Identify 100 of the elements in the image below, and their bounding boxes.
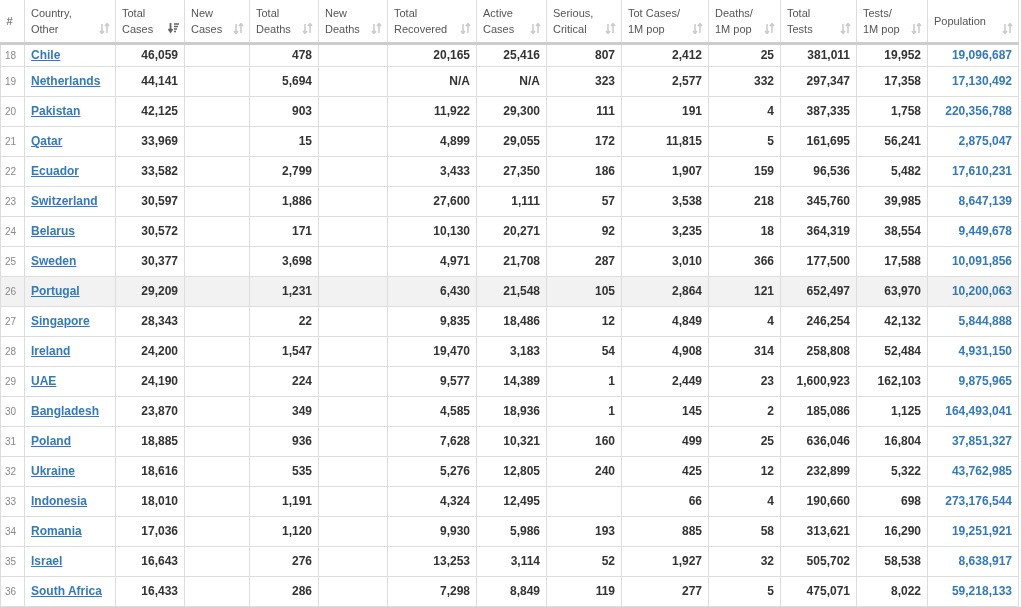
table-cell: 185,086: [780, 396, 857, 426]
table-cell: 4,585: [387, 396, 477, 426]
column-header[interactable]: Serious, Critical: [546, 0, 622, 43]
country-link[interactable]: Sweden: [31, 254, 77, 268]
sort-icon[interactable]: [233, 22, 244, 34]
country-link[interactable]: Netherlands: [31, 74, 101, 88]
table-row[interactable]: 33 Indonesia 18,010 1,191 4,324 12,495 66 4 190,660 698 273,176,544: [0, 486, 1019, 516]
country-link[interactable]: Ukraine: [31, 464, 76, 478]
table-row[interactable]: 30 Bangladesh 23,870 349 4,585 18,936 1 145 2 185,086 1,125 164,493,041: [0, 396, 1019, 426]
table-row[interactable]: 20 Pakistan 42,125 903 11,922 29,300 111 191 4 387,335 1,758 220,356,788: [0, 96, 1019, 126]
table-cell: 29,209: [115, 276, 185, 306]
column-header[interactable]: Population: [927, 0, 1019, 43]
column-header[interactable]: New Deaths: [318, 0, 388, 43]
sort-icon[interactable]: [692, 22, 703, 34]
rank-cell: 36: [0, 576, 25, 606]
column-header[interactable]: Total Recovered: [387, 0, 477, 43]
country-link[interactable]: Ireland: [31, 344, 71, 358]
table-row[interactable]: 23 Switzerland 30,597 1,886 27,600 1,111 57 3,538 218 345,760 39,985 8,647,139: [0, 186, 1019, 216]
table-row[interactable]: 36 South Africa 16,433 286 7,298 8,849 119 277 5 475,071 8,022 59,218,133: [0, 576, 1019, 606]
sort-icon[interactable]: [605, 22, 616, 34]
sort-icon[interactable]: [302, 22, 313, 34]
table-cell: 16,643: [115, 546, 185, 576]
column-header[interactable]: Deaths/ 1M pop: [708, 0, 781, 43]
table-row[interactable]: 24 Belarus 30,572 171 10,130 20,271 92 3,235 18 364,319 38,554 9,449,678: [0, 216, 1019, 246]
table-cell: 177,500: [780, 246, 857, 276]
rank-cell: 31: [0, 426, 25, 456]
table-cell: 9,930: [387, 516, 477, 546]
country-link[interactable]: Pakistan: [31, 104, 81, 118]
column-header[interactable]: #: [0, 0, 25, 43]
sort-icon[interactable]: [99, 22, 110, 34]
sort-descending-icon[interactable]: [168, 22, 179, 34]
table-cell: 287: [546, 246, 622, 276]
table-row[interactable]: 19 Netherlands 44,141 5,694 N/A N/A 323 2,577 332 297,347 17,358 17,130,492: [0, 66, 1019, 96]
table-row[interactable]: 32 Ukraine 18,616 535 5,276 12,805 240 425 12 232,899 5,322 43,762,985: [0, 456, 1019, 486]
table-row[interactable]: 25 Sweden 30,377 3,698 4,971 21,708 287 3,010 366 177,500 17,588 10,091,856: [0, 246, 1019, 276]
table-cell: 1,125: [856, 396, 928, 426]
table-row[interactable]: 27 Singapore 28,343 22 9,835 18,486 12 4,849 4 246,254 42,132 5,844,888: [0, 306, 1019, 336]
table-cell: 313,621: [780, 516, 857, 546]
country-link[interactable]: Switzerland: [31, 194, 98, 208]
table-cell: 186: [546, 156, 622, 186]
sort-icon[interactable]: [371, 22, 382, 34]
country-link[interactable]: Singapore: [31, 314, 90, 328]
column-header[interactable]: Active Cases: [476, 0, 547, 43]
table-cell: 3,433: [387, 156, 477, 186]
country-link[interactable]: Indonesia: [31, 494, 87, 508]
country-link[interactable]: Portugal: [31, 284, 80, 298]
sort-icon[interactable]: [911, 22, 922, 34]
table-cell: 25: [708, 43, 781, 66]
country-link[interactable]: Israel: [31, 554, 63, 568]
population-value: 59,218,133: [951, 584, 1012, 598]
column-header[interactable]: Total Cases: [115, 0, 185, 43]
column-header[interactable]: Country, Other: [24, 0, 116, 43]
column-header[interactable]: Tot Cases/ 1M pop: [621, 0, 709, 43]
country-link[interactable]: South Africa: [31, 584, 102, 598]
column-header[interactable]: Total Deaths: [249, 0, 319, 43]
table-row[interactable]: 18 Chile 46,059 478 20,165 25,416 807 2,412 25 381,011 19,952 19,096,687: [0, 43, 1019, 66]
rank-cell: 32: [0, 456, 25, 486]
table-row[interactable]: 35 Israel 16,643 276 13,253 3,114 52 1,927 32 505,702 58,538 8,638,917: [0, 546, 1019, 576]
sort-icon[interactable]: [764, 22, 775, 34]
rank-cell: 29: [0, 366, 25, 396]
table-row[interactable]: 21 Qatar 33,969 15 4,899 29,055 172 11,815 5 161,695 56,241 2,875,047: [0, 126, 1019, 156]
country-link[interactable]: Ecuador: [31, 164, 79, 178]
table-cell: 22: [249, 306, 319, 336]
sort-icon[interactable]: [460, 22, 471, 34]
country-link[interactable]: Belarus: [31, 224, 76, 238]
table-row[interactable]: 28 Ireland 24,200 1,547 19,470 3,183 54 4,908 314 258,808 52,484 4,931,150: [0, 336, 1019, 366]
sort-icon[interactable]: [1002, 22, 1013, 34]
sort-icon[interactable]: [840, 22, 851, 34]
country-link[interactable]: Poland: [31, 434, 71, 448]
country-link[interactable]: UAE: [31, 374, 57, 388]
table-row[interactable]: 29 UAE 24,190 224 9,577 14,389 1 2,449 23 1,600,923 162,103 9,875,965: [0, 366, 1019, 396]
table-row[interactable]: 22 Ecuador 33,582 2,799 3,433 27,350 186 1,907 159 96,536 5,482 17,610,231: [0, 156, 1019, 186]
country-link[interactable]: Chile: [31, 48, 61, 62]
table-cell: 4: [708, 306, 781, 336]
table-cell: 18,616: [115, 456, 185, 486]
country-link[interactable]: Romania: [31, 524, 82, 538]
table-cell: 19,470: [387, 336, 477, 366]
table-cell: 475,071: [780, 576, 857, 606]
sort-icon[interactable]: [530, 22, 541, 34]
population-value: 8,647,139: [958, 194, 1012, 208]
column-header[interactable]: Tests/ 1M pop: [856, 0, 928, 43]
column-header[interactable]: Total Tests: [780, 0, 857, 43]
table-cell: 42,125: [115, 96, 185, 126]
table-row[interactable]: 34 Romania 17,036 1,120 9,930 5,986 193 885 58 313,621 16,290 19,251,921: [0, 516, 1019, 546]
table-cell: 3,010: [621, 246, 709, 276]
country-link[interactable]: Qatar: [31, 134, 63, 148]
table-cell: 1,600,923: [780, 366, 857, 396]
table-cell: 32: [708, 546, 781, 576]
table-row[interactable]: 26 Portugal 29,209 1,231 6,430 21,548 105 2,864 121 652,497 63,970 10,200,063: [0, 276, 1019, 306]
table-cell: 24,200: [115, 336, 185, 366]
table-cell: 387,335: [780, 96, 857, 126]
table-row[interactable]: 31 Poland 18,885 936 7,628 10,321 160 499 25 636,046 16,804 37,851,327: [0, 426, 1019, 456]
table-cell: 25,416: [476, 43, 547, 66]
table-cell: 172: [546, 126, 622, 156]
table-cell: 5,322: [856, 456, 928, 486]
table-cell: 8,849: [476, 576, 547, 606]
table-cell: 20,165: [387, 43, 477, 66]
table-cell: 364,319: [780, 216, 857, 246]
column-header[interactable]: New Cases: [184, 0, 250, 43]
country-link[interactable]: Bangladesh: [31, 404, 99, 418]
